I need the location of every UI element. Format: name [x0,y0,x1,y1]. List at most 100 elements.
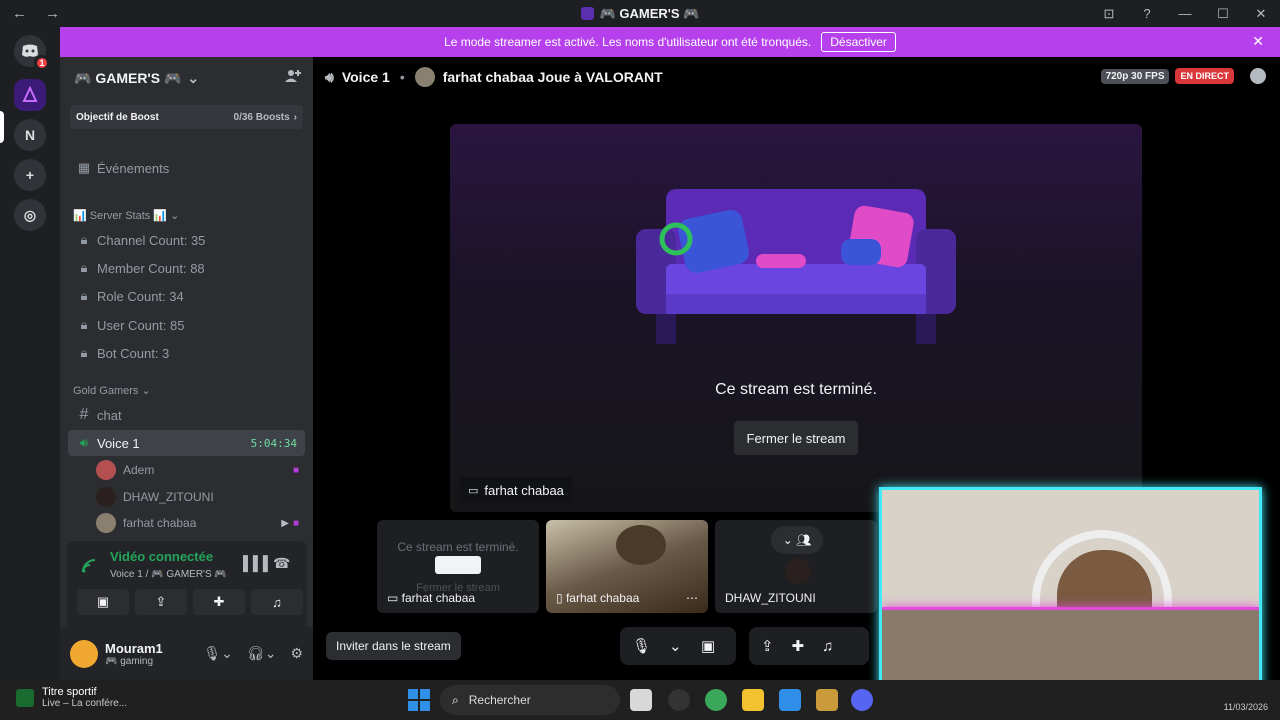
discover-icon[interactable]: ◎ [14,199,46,231]
tile-ended-text: Ce stream est terminé. [397,540,519,554]
noise-suppression-icon[interactable]: ▌▌▌ [243,555,273,571]
boost-goal[interactable]: Objectif de Boost 0/36 Boosts › [70,105,303,129]
activity-icon: ■ [292,517,299,529]
store-icon[interactable] [779,689,801,711]
file-explorer-icon[interactable] [742,689,764,711]
participant-tile[interactable]: ⌄ 👥︎ DHAW_ZITOUNI [715,520,877,613]
gear-icon[interactable]: ⚙ [290,645,303,662]
server-gamers-icon[interactable] [14,79,46,111]
gamers-logo-icon [22,86,38,102]
close-stream-button[interactable]: Fermer le stream [734,421,858,455]
voice-user-farhat[interactable]: farhat chabaa ▶ ■ [96,511,305,535]
participant-tile[interactable]: Ce stream est terminé. Fermer le stream … [377,520,539,613]
screen-icon: ▭ [468,484,479,497]
activities-icon[interactable]: ✚ [792,637,805,655]
chevron-down-icon[interactable]: ⌄ [669,637,682,655]
stat-user-count[interactable]: 🔒︎ User Count: 85 [68,312,305,338]
stream-view: Ce stream est terminé. Fermer le stream … [450,124,1142,512]
speaker-icon: 🔊︎ [79,435,89,450]
headphones-icon[interactable]: 🎧︎⌄ [247,645,277,662]
title-bar: ← → 🎮 GAMER'S 🎮 ⊡ ? — ☐ ✕ [0,0,1280,27]
stat-label: Bot Count: 3 [97,345,170,361]
stream-info: 720p 30 FPS EN DIRECT [1100,68,1266,84]
news-widget[interactable]: Titre sportif Live – La confére... [16,686,127,709]
channel-sidebar: 🎮 GAMER'S 🎮 ⌄ Objectif de Boost 0/36 Boo… [60,57,313,680]
task-view-icon[interactable] [630,689,652,711]
lock-icon: 🔒︎ [80,317,88,332]
add-server-icon[interactable]: + [14,159,46,191]
camera-off-button[interactable]: ▣ [77,589,129,615]
signal-icon [82,559,98,576]
discord-taskbar-icon[interactable] [851,689,873,711]
disable-streamer-button[interactable]: Désactiver [821,32,896,52]
activities-button[interactable]: ✚ [193,589,245,615]
chevron-down-icon: ⌄ [187,69,200,86]
stat-member-count[interactable]: 🔒︎ Member Count: 88 [68,255,305,281]
minimize-button[interactable]: — [1166,6,1204,21]
soundboard-icon[interactable]: ♫ [822,638,833,655]
server-list: 1 N + ◎ [0,27,60,680]
sports-icon [16,688,34,707]
tile-menu-button[interactable]: ⌄ 👥︎ [771,526,823,554]
participant-tile[interactable]: ▯ farhat chabaa ⋯ [546,520,708,613]
invite-to-stream-button[interactable]: Inviter dans le stream [326,632,461,660]
user-controls: 🎙︎⌄ 🎧︎⌄ ⚙ [203,645,303,662]
camera-off-icon[interactable]: ▣ [701,637,715,655]
camera-icon: ▶ [281,517,289,529]
close-button[interactable]: ✕ [1242,6,1280,22]
voice-user-dhaw[interactable]: DHAW_ZITOUNI [96,485,305,509]
windows-taskbar: Titre sportif Live – La confére... ⌕ Rec… [0,680,1280,720]
share-screen-icon[interactable]: ⇪ [761,637,774,655]
voice-user-adem[interactable]: Adem ■ [96,458,305,482]
soundboard-button[interactable]: ♫ [251,589,303,615]
chrome-icon[interactable] [705,689,727,711]
add-member-icon[interactable] [285,69,301,87]
share-screen-button[interactable]: ⇪ [135,589,187,615]
username: Mouram1 [105,640,163,656]
discord-home-icon[interactable]: 1 [14,35,50,71]
window-title: 🎮 GAMER'S 🎮 [0,6,1280,22]
voice-action-buttons: ▣ ⇪ ✚ ♫ [77,589,303,615]
tile-name: DHAW_ZITOUNI [725,591,816,605]
user-status: 🎮 gaming [105,655,154,667]
maximize-button[interactable]: ☐ [1204,6,1242,22]
avatar [96,460,116,480]
more-icon[interactable]: ⋯ [686,591,698,605]
chat-bubble-icon[interactable] [1250,68,1266,84]
avatar [785,558,811,584]
user-info[interactable]: Mouram1 🎮 gaming [105,641,163,667]
app-icon[interactable] [668,689,690,711]
disconnect-icon[interactable]: ☎ [273,555,290,572]
stat-role-count[interactable]: 🔒︎ Role Count: 34 [68,283,305,309]
avatar [96,487,116,507]
stat-label: Member Count: 88 [97,260,205,276]
avatar[interactable] [70,639,98,668]
inbox-icon[interactable]: ⊡ [1090,6,1128,22]
stage-header: 🔊︎ Voice 1 • farhat chabaa Joue à VALORA… [313,57,1280,97]
events-item[interactable]: ▦ Événements [68,155,305,181]
stat-bot-count[interactable]: 🔒︎ Bot Count: 3 [68,340,305,366]
close-banner-icon[interactable]: ✕ [1252,33,1264,50]
streamer-title: farhat chabaa Joue à VALORANT [442,69,663,85]
server-n-icon[interactable]: N [14,119,46,151]
tile-name: ▭ farhat chabaa [387,591,476,605]
category-gold-gamers[interactable]: Gold Gamers ⌄ [73,384,151,397]
add-user-glyph [285,70,301,82]
category-server-stats[interactable]: 📊 Server Stats 📊 ⌄ [73,209,179,222]
server-header[interactable]: 🎮 GAMER'S 🎮 ⌄ [60,57,313,99]
voice-status[interactable]: Vidéo connectée [110,549,213,564]
microphone-icon[interactable]: 🎙︎ [632,637,651,655]
tile-name-text: farhat chabaa [565,591,640,605]
channel-name: Voice 1 [341,69,390,85]
channel-chat[interactable]: # chat [68,402,305,428]
stat-channel-count[interactable]: 🔒︎ Channel Count: 35 [68,227,305,253]
windows-start-icon[interactable] [408,689,430,711]
league-icon[interactable] [816,689,838,711]
channel-chat-label: chat [97,407,122,423]
channel-voice-1[interactable]: 🔊︎ Voice 1 5:04:34 [68,430,305,456]
taskbar-search[interactable]: ⌕ Rechercher [440,685,620,715]
stat-label: Role Count: 34 [97,288,184,304]
help-icon[interactable]: ? [1128,6,1166,21]
microphone-icon[interactable]: 🎙︎⌄ [203,645,233,662]
lock-icon: 🔒︎ [80,232,88,247]
